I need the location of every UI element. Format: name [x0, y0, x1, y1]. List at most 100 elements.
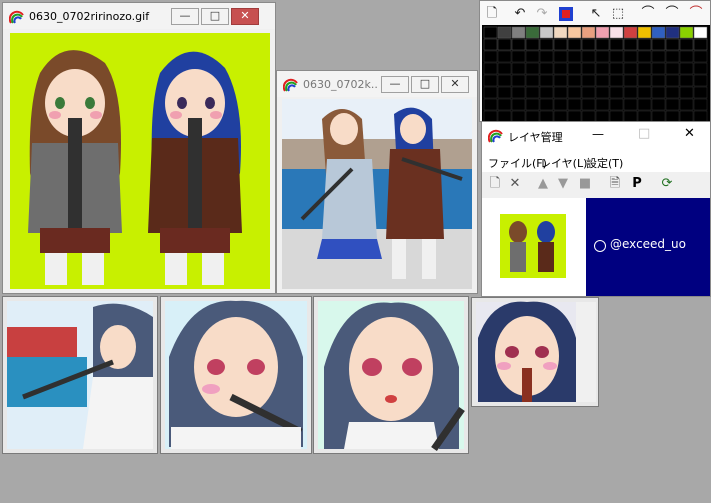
palette-swatch[interactable] [665, 38, 680, 51]
palette-swatch[interactable] [525, 50, 540, 63]
palette-swatch[interactable] [679, 62, 694, 75]
palette-swatch[interactable] [595, 74, 610, 87]
palette-swatch[interactable] [595, 50, 610, 63]
move-down-icon[interactable]: ▼ [554, 175, 572, 193]
palette-swatch[interactable] [665, 62, 680, 75]
palette-swatch[interactable] [623, 98, 638, 111]
palette-swatch[interactable] [595, 26, 610, 39]
palette-swatch[interactable] [567, 26, 582, 39]
palette-swatch[interactable] [637, 38, 652, 51]
palette-swatch[interactable] [525, 110, 540, 121]
palette-swatch[interactable] [609, 110, 624, 121]
palette-swatch[interactable] [497, 110, 512, 121]
palette-swatch[interactable] [651, 38, 666, 51]
palette-swatch[interactable] [567, 86, 582, 99]
palette-swatch[interactable] [665, 110, 680, 121]
palette-swatch[interactable] [637, 86, 652, 99]
palette-swatch[interactable] [637, 26, 652, 39]
palette-swatch[interactable] [665, 26, 680, 39]
thumbnail-window-flute-closeup[interactable] [160, 296, 312, 454]
palette-swatch[interactable] [637, 110, 652, 121]
palette-swatch[interactable] [609, 62, 624, 75]
palette-swatch[interactable] [623, 62, 638, 75]
palette-swatch[interactable] [567, 38, 582, 51]
palette-swatch[interactable] [539, 86, 554, 99]
palette-swatch[interactable] [483, 26, 498, 39]
palette-swatch[interactable] [581, 98, 596, 111]
palette-swatch[interactable] [511, 86, 526, 99]
palette-swatch[interactable] [539, 50, 554, 63]
palette-swatch[interactable] [693, 62, 708, 75]
minimize-button[interactable]: — [381, 76, 409, 93]
palette-swatch[interactable] [539, 110, 554, 121]
palette-swatch[interactable] [553, 62, 568, 75]
palette-swatch[interactable] [553, 38, 568, 51]
palette-swatch[interactable] [483, 38, 498, 51]
palette-swatch[interactable] [483, 50, 498, 63]
palette-swatch[interactable] [581, 26, 596, 39]
palette-swatch[interactable] [651, 110, 666, 121]
palette-swatch[interactable] [623, 74, 638, 87]
thumbnail-window-flute-temple[interactable] [2, 296, 158, 454]
palette-swatch[interactable] [693, 38, 708, 51]
palette-swatch[interactable] [665, 86, 680, 99]
palette-swatch[interactable] [679, 98, 694, 111]
headphone-icon[interactable]: ⌒ [638, 4, 658, 24]
palette-swatch[interactable] [553, 98, 568, 111]
palette-swatch[interactable] [581, 62, 596, 75]
palette-swatch[interactable] [609, 86, 624, 99]
layer-row[interactable]: @exceed_uo [482, 198, 710, 296]
palette-swatch[interactable] [497, 98, 512, 111]
palette-swatch[interactable] [511, 110, 526, 121]
palette-swatch[interactable] [609, 26, 624, 39]
palette-swatch[interactable] [567, 110, 582, 121]
palette-swatch[interactable] [595, 86, 610, 99]
palette-swatch[interactable] [539, 38, 554, 51]
palette-swatch[interactable] [483, 86, 498, 99]
palette-swatch[interactable] [553, 86, 568, 99]
palette-swatch[interactable] [511, 74, 526, 87]
palette-swatch[interactable] [609, 98, 624, 111]
palette-swatch[interactable] [525, 62, 540, 75]
palette-swatch[interactable] [511, 38, 526, 51]
palette-swatch[interactable] [553, 26, 568, 39]
palette-swatch[interactable] [539, 74, 554, 87]
palette-swatch[interactable] [623, 86, 638, 99]
palette-swatch[interactable] [679, 38, 694, 51]
palette-swatch[interactable] [581, 38, 596, 51]
palette-swatch[interactable] [525, 86, 540, 99]
title-bar[interactable]: 0630_0702k... — □ ✕ [277, 71, 477, 97]
image-canvas[interactable] [10, 33, 270, 289]
menu-settings[interactable]: 設定(T) [586, 155, 623, 171]
palette-swatch[interactable] [567, 98, 582, 111]
undo-icon[interactable]: ↶ [510, 4, 530, 24]
palette-swatch[interactable] [609, 50, 624, 63]
palette-swatch[interactable] [497, 74, 512, 87]
palette-swatch[interactable] [595, 62, 610, 75]
palette-swatch[interactable] [553, 110, 568, 121]
close-button[interactable]: ✕ [441, 76, 469, 93]
palette-swatch[interactable] [637, 74, 652, 87]
palette-swatch[interactable] [693, 110, 708, 121]
palette-grid[interactable] [482, 25, 710, 121]
properties-icon[interactable]: 🗎 [606, 175, 624, 193]
palette-swatch[interactable] [567, 62, 582, 75]
maximize-button[interactable]: □ [201, 8, 229, 25]
palette-swatch[interactable] [483, 62, 498, 75]
redo-icon[interactable]: ↷ [532, 4, 552, 24]
title-bar[interactable]: 0630_0702ririnozo.gif — □ ✕ [3, 3, 275, 29]
palette-swatch[interactable] [623, 50, 638, 63]
palette-swatch[interactable] [651, 26, 666, 39]
palette-swatch[interactable] [693, 50, 708, 63]
palette-swatch[interactable] [693, 74, 708, 87]
palette-swatch[interactable] [539, 62, 554, 75]
palette-swatch[interactable] [637, 98, 652, 111]
pointer-icon[interactable]: ↖ [586, 4, 606, 24]
palette-swatch[interactable] [581, 74, 596, 87]
maximize-button[interactable]: □ [638, 126, 650, 141]
palette-swatch[interactable] [665, 50, 680, 63]
palette-swatch[interactable] [539, 98, 554, 111]
palette-swatch[interactable] [511, 26, 526, 39]
palette-swatch[interactable] [483, 110, 498, 121]
palette-swatch[interactable] [595, 98, 610, 111]
